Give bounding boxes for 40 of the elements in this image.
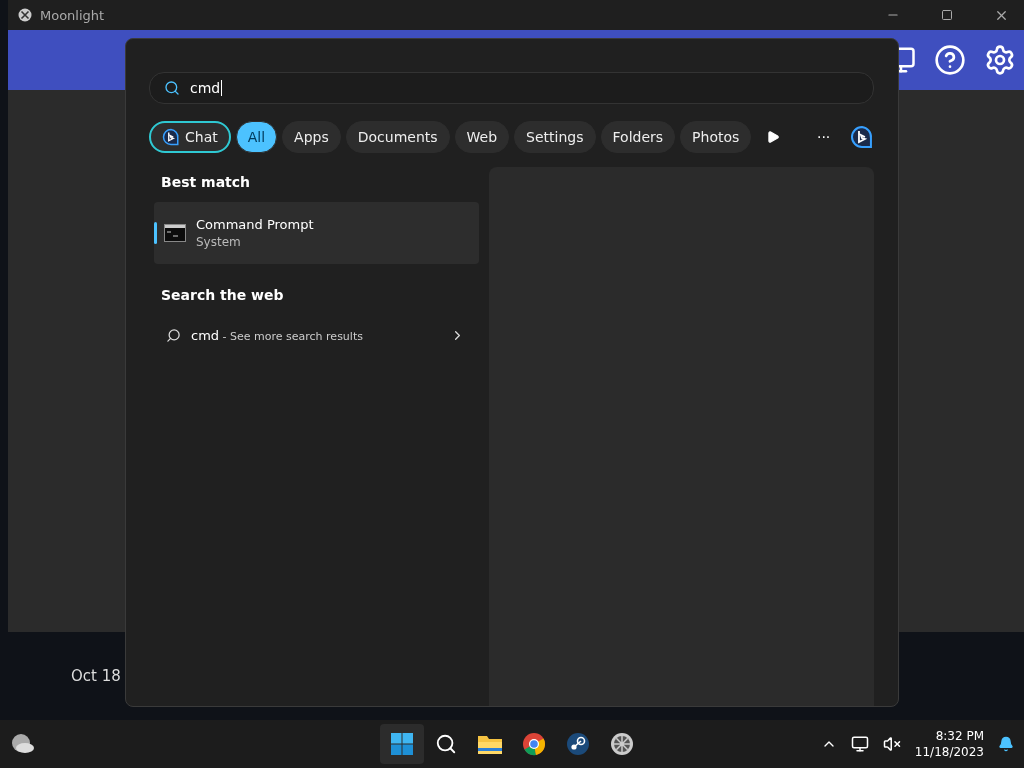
network-icon[interactable] — [850, 735, 869, 753]
window-title: Moonlight — [40, 7, 106, 23]
search-field[interactable]: cmd — [149, 72, 874, 104]
section-heading: Best match — [160, 173, 252, 192]
filter-tab[interactable]: Settings — [514, 121, 596, 153]
moonlight-logo-icon — [18, 8, 32, 22]
search-icon — [166, 327, 181, 343]
windows-logo-icon — [390, 732, 414, 756]
result-subtitle: System — [196, 235, 242, 249]
weather-cloud-icon[interactable] — [10, 733, 36, 755]
help-icon[interactable] — [934, 44, 966, 76]
clock[interactable]: 8:32 PM 11/18/2023 — [914, 728, 984, 760]
notification-bell-icon[interactable] — [998, 736, 1014, 752]
filter-tab[interactable]: All — [235, 121, 278, 153]
web-search-result[interactable]: cmd - See more search results — [154, 315, 479, 355]
browser-logo-icon — [522, 732, 546, 756]
maximize-icon[interactable] — [941, 9, 953, 21]
start-button[interactable] — [380, 724, 424, 764]
muted-speaker-icon[interactable] — [882, 735, 901, 753]
best-match-result[interactable]: Command Prompt System — [154, 202, 479, 264]
result-title: Command Prompt — [196, 217, 314, 232]
wheel-icon — [610, 732, 634, 756]
steam-logo-icon — [566, 732, 590, 756]
web-result-text: cmd - See more search results — [191, 327, 364, 343]
folder-icon — [477, 733, 503, 755]
terminal-icon — [164, 224, 186, 242]
settings-icon[interactable] — [984, 44, 1016, 76]
filter-tab[interactable]: Web — [454, 121, 510, 153]
filter-tab[interactable]: Photos — [680, 121, 752, 153]
filter-tab[interactable]: Apps — [282, 121, 341, 153]
section-heading: Search the web — [160, 286, 285, 305]
chat-bubble-icon — [162, 128, 180, 146]
filter-tab[interactable]: Folders — [600, 121, 676, 153]
filter-tab[interactable]: Documents — [345, 121, 450, 153]
play-icon[interactable] — [766, 130, 781, 144]
date-label: Oct 18 — [71, 667, 121, 685]
search-icon[interactable] — [435, 733, 457, 755]
more-button[interactable]: ··· — [811, 121, 836, 153]
chat-button[interactable]: Chat — [149, 121, 231, 153]
search-icon — [164, 80, 180, 96]
